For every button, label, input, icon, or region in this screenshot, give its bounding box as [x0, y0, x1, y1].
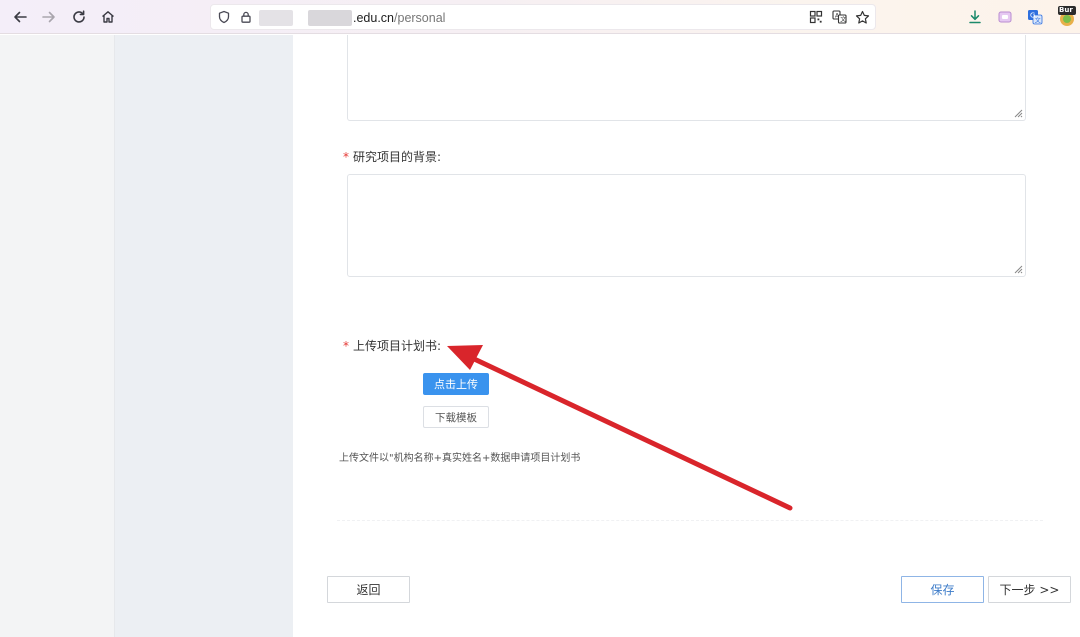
upload-button[interactable]: 点击上传 [423, 373, 489, 395]
back-button[interactable]: 返回 [327, 576, 410, 603]
star-icon[interactable] [853, 8, 871, 26]
back-icon[interactable] [10, 7, 30, 27]
home-icon[interactable] [98, 7, 118, 27]
upload-label: * 上传项目计划书: [343, 339, 442, 353]
required-mark: * [343, 339, 349, 353]
divider [337, 520, 1043, 521]
upload-hint: 上传文件以"机构名称+真实姓名+数据申请项目计划书 [339, 453, 581, 464]
sub-side-panel [115, 35, 293, 637]
extension-badge-text: Bur [1059, 6, 1073, 14]
svg-text:文: 文 [1035, 17, 1041, 25]
shield-icon[interactable] [215, 8, 233, 26]
download-template-button[interactable]: 下载模板 [423, 406, 489, 428]
svg-text:文: 文 [840, 16, 846, 24]
background-textarea[interactable] [347, 174, 1026, 277]
url-text[interactable]: .edu.cn/personal [353, 10, 445, 26]
next-step-button[interactable]: 下一步 >> [988, 576, 1071, 603]
required-mark: * [343, 150, 349, 164]
translate-icon[interactable]: A文 [830, 8, 848, 26]
redacted-url-part [308, 10, 352, 26]
browser-toolbar: .edu.cn/personal A文 G文 Bur [0, 0, 1080, 34]
download-icon[interactable] [966, 8, 984, 26]
translate-extension-icon[interactable]: G文 [1026, 8, 1044, 26]
url-path: /personal [394, 11, 446, 25]
forward-icon[interactable] [39, 7, 59, 27]
background-label: * 研究项目的背景: [343, 150, 442, 164]
save-button[interactable]: 保存 [901, 576, 984, 603]
url-domain: .edu.cn [353, 11, 395, 25]
resize-handle-icon[interactable] [1012, 107, 1023, 118]
lock-icon[interactable] [237, 8, 255, 26]
previous-textarea[interactable] [347, 35, 1026, 121]
reload-icon[interactable] [69, 7, 89, 27]
side-panel [0, 35, 115, 637]
profile-badge-icon[interactable]: Bur [1056, 4, 1078, 28]
extension-icon[interactable] [996, 8, 1014, 26]
qr-code-icon[interactable] [807, 8, 825, 26]
redacted-url-part [259, 10, 293, 26]
main-content [293, 35, 1080, 637]
resize-handle-icon[interactable] [1012, 263, 1023, 274]
address-bar[interactable]: .edu.cn/personal A文 [210, 4, 876, 30]
